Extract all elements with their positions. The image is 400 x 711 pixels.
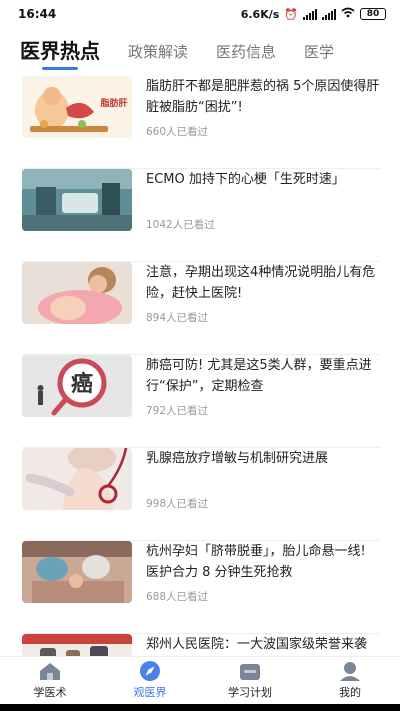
nav-item-study-plan[interactable]: 学习计划 xyxy=(200,657,300,705)
article-thumbnail xyxy=(22,262,132,324)
article-thumbnail xyxy=(22,169,132,231)
view-count: 998人已看过 xyxy=(146,498,209,510)
cell-signal-2-icon xyxy=(322,8,336,20)
user-icon xyxy=(340,662,360,681)
system-nav-bar xyxy=(0,704,400,711)
thumb-label: 脂肪肝 xyxy=(99,97,127,109)
battery-indicator: 80 xyxy=(360,8,386,20)
article-thumbnail xyxy=(22,541,132,603)
tab-medical[interactable]: 医学 xyxy=(304,41,334,70)
view-count: 660人已看过 xyxy=(146,126,209,138)
article-title[interactable]: ECMO 加持下的心梗「生死时速」 xyxy=(146,169,380,190)
article-title[interactable]: 注意，孕期出现这4种情况说明胎儿有危险，赶快上医院! xyxy=(146,262,380,304)
home-icon xyxy=(40,663,60,680)
nav-item-profile[interactable]: 我的 xyxy=(300,657,400,705)
tab-pharma-info[interactable]: 医药信息 xyxy=(216,41,276,70)
folder-icon xyxy=(240,664,260,680)
article-item[interactable]: ECMO 加持下的心梗「生死时速」 1042人已看过 xyxy=(22,169,380,262)
article-title[interactable]: 乳腺癌放疗增敏与机制研究进展 xyxy=(146,448,380,469)
article-item[interactable]: 癌 肺癌可防! 尤其是这5类人群，要重点进行“保护”，定期检查 792人已看过 xyxy=(22,355,380,448)
view-count: 894人已看过 xyxy=(146,312,209,324)
network-speed: 6.6K/s xyxy=(240,7,280,21)
cell-signal-icon xyxy=(303,8,317,20)
category-tabs: 医界热点 政策解读 医药信息 医学 xyxy=(0,30,400,70)
tab-hot-topics[interactable]: 医界热点 xyxy=(20,35,100,70)
bottom-nav: 学医术 观医界 学习计划 我的 xyxy=(0,656,400,705)
wifi-icon xyxy=(341,7,355,21)
article-item[interactable]: 注意，孕期出现这4种情况说明胎儿有危险，赶快上医院! 894人已看过 xyxy=(22,262,380,355)
nav-label: 观医界 xyxy=(133,686,167,699)
article-title[interactable]: 脂肪肝不都是肥胖惹的祸 5个原因使得肝脏被脂肪“困扰”! xyxy=(146,76,380,118)
article-item[interactable]: 郑州人民医院：一大波国家级荣誉来袭 xyxy=(22,634,380,656)
view-count: 1042人已看过 xyxy=(146,219,215,231)
article-thumbnail: 脂肪肝 xyxy=(22,76,132,138)
thumb-label: 癌 xyxy=(71,371,93,397)
nav-item-medical-world[interactable]: 观医界 xyxy=(100,657,200,705)
view-count: 792人已看过 xyxy=(146,405,209,417)
article-item[interactable]: 杭州孕妇「脐带脱垂」，胎儿命悬一线! 医护合力 8 分钟生死抢救 688人已看过 xyxy=(22,541,380,634)
alarm-icon: ⏰ xyxy=(284,7,298,21)
article-thumbnail xyxy=(22,634,132,656)
article-list: 脂肪肝 脂肪肝不都是肥胖惹的祸 5个原因使得肝脏被脂肪“困扰”! 660人已看过… xyxy=(0,76,400,656)
nav-item-learn-medicine[interactable]: 学医术 xyxy=(0,657,100,705)
view-count: 688人已看过 xyxy=(146,591,209,603)
status-bar: 16:44 6.6K/s ⏰ 80 xyxy=(0,0,400,28)
article-thumbnail xyxy=(22,448,132,510)
article-title[interactable]: 杭州孕妇「脐带脱垂」，胎儿命悬一线! 医护合力 8 分钟生死抢救 xyxy=(146,541,380,583)
article-thumbnail: 癌 xyxy=(22,355,132,417)
nav-label: 学习计划 xyxy=(228,686,272,699)
compass-icon xyxy=(140,661,160,681)
tab-policy[interactable]: 政策解读 xyxy=(128,41,188,70)
nav-label: 我的 xyxy=(339,686,361,699)
article-item[interactable]: 脂肪肝 脂肪肝不都是肥胖惹的祸 5个原因使得肝脏被脂肪“困扰”! 660人已看过 xyxy=(22,76,380,169)
article-item[interactable]: 乳腺癌放疗增敏与机制研究进展 998人已看过 xyxy=(22,448,380,541)
article-title[interactable]: 肺癌可防! 尤其是这5类人群，要重点进行“保护”，定期检查 xyxy=(146,355,380,397)
status-time: 16:44 xyxy=(18,7,57,21)
article-title[interactable]: 郑州人民医院：一大波国家级荣誉来袭 xyxy=(146,634,380,655)
nav-label: 学医术 xyxy=(33,686,67,699)
